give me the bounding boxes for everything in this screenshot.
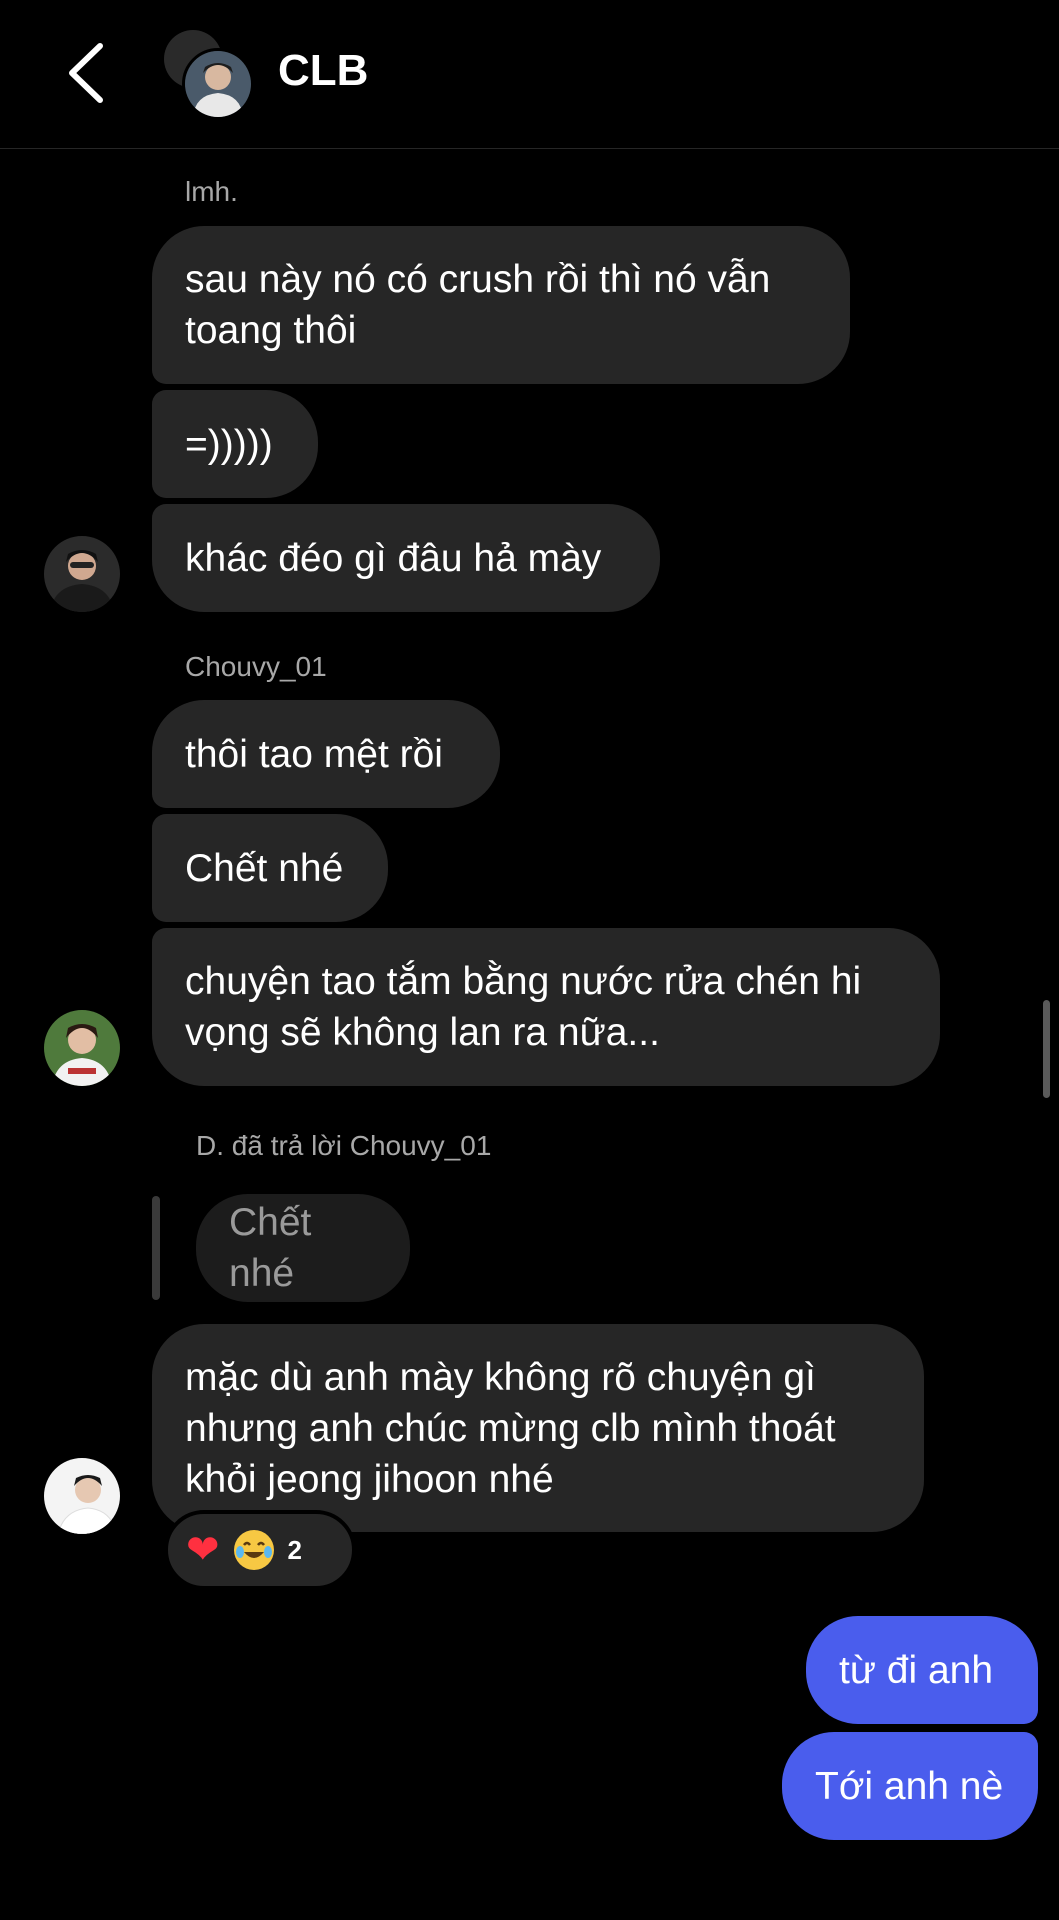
message-bubble[interactable]: thôi tao mệt rồi [152,700,500,808]
message-bubble[interactable]: chuyện tao tắm bằng nước rửa chén hi vọn… [152,928,940,1086]
reaction-count: 2 [287,1534,302,1565]
my-message-bubble[interactable]: từ đi anh [806,1616,1038,1724]
chevron-left-icon [69,43,103,103]
laughing-tears-icon [233,1530,274,1570]
message-bubble[interactable]: =))))) [152,390,318,498]
message-bubble[interactable]: khác đéo gì đâu hả mày [152,504,660,612]
user-avatar[interactable] [44,536,120,612]
user-avatar[interactable] [44,1458,120,1534]
message-bubble[interactable]: sau này nó có crush rồi thì nó vẫn toang… [152,226,850,384]
group-avatar-primary [182,48,254,120]
chat-header: CLB [0,0,1059,149]
group-avatar[interactable] [160,28,260,120]
scrollbar[interactable] [1043,1000,1050,1098]
back-button[interactable] [64,40,112,106]
my-message-bubble[interactable]: Tới anh nè [782,1732,1038,1840]
message-bubble[interactable]: mặc dù anh mày không rõ chuyện gì nhưng … [152,1324,924,1532]
reply-label: D. đã trả lời Chouvy_01 [196,1130,492,1161]
reply-indicator-bar [152,1196,160,1300]
quoted-message[interactable]: Chết nhé [196,1194,410,1302]
user-avatar[interactable] [44,1010,120,1086]
chat-title[interactable]: CLB [278,46,368,96]
heart-icon: ❤ [186,1528,220,1572]
message-reactions[interactable]: ❤ 2 [164,1510,356,1590]
sender-name: lmh. [185,176,238,207]
message-bubble[interactable]: Chết nhé [152,814,388,922]
sender-name: Chouvy_01 [185,651,327,682]
